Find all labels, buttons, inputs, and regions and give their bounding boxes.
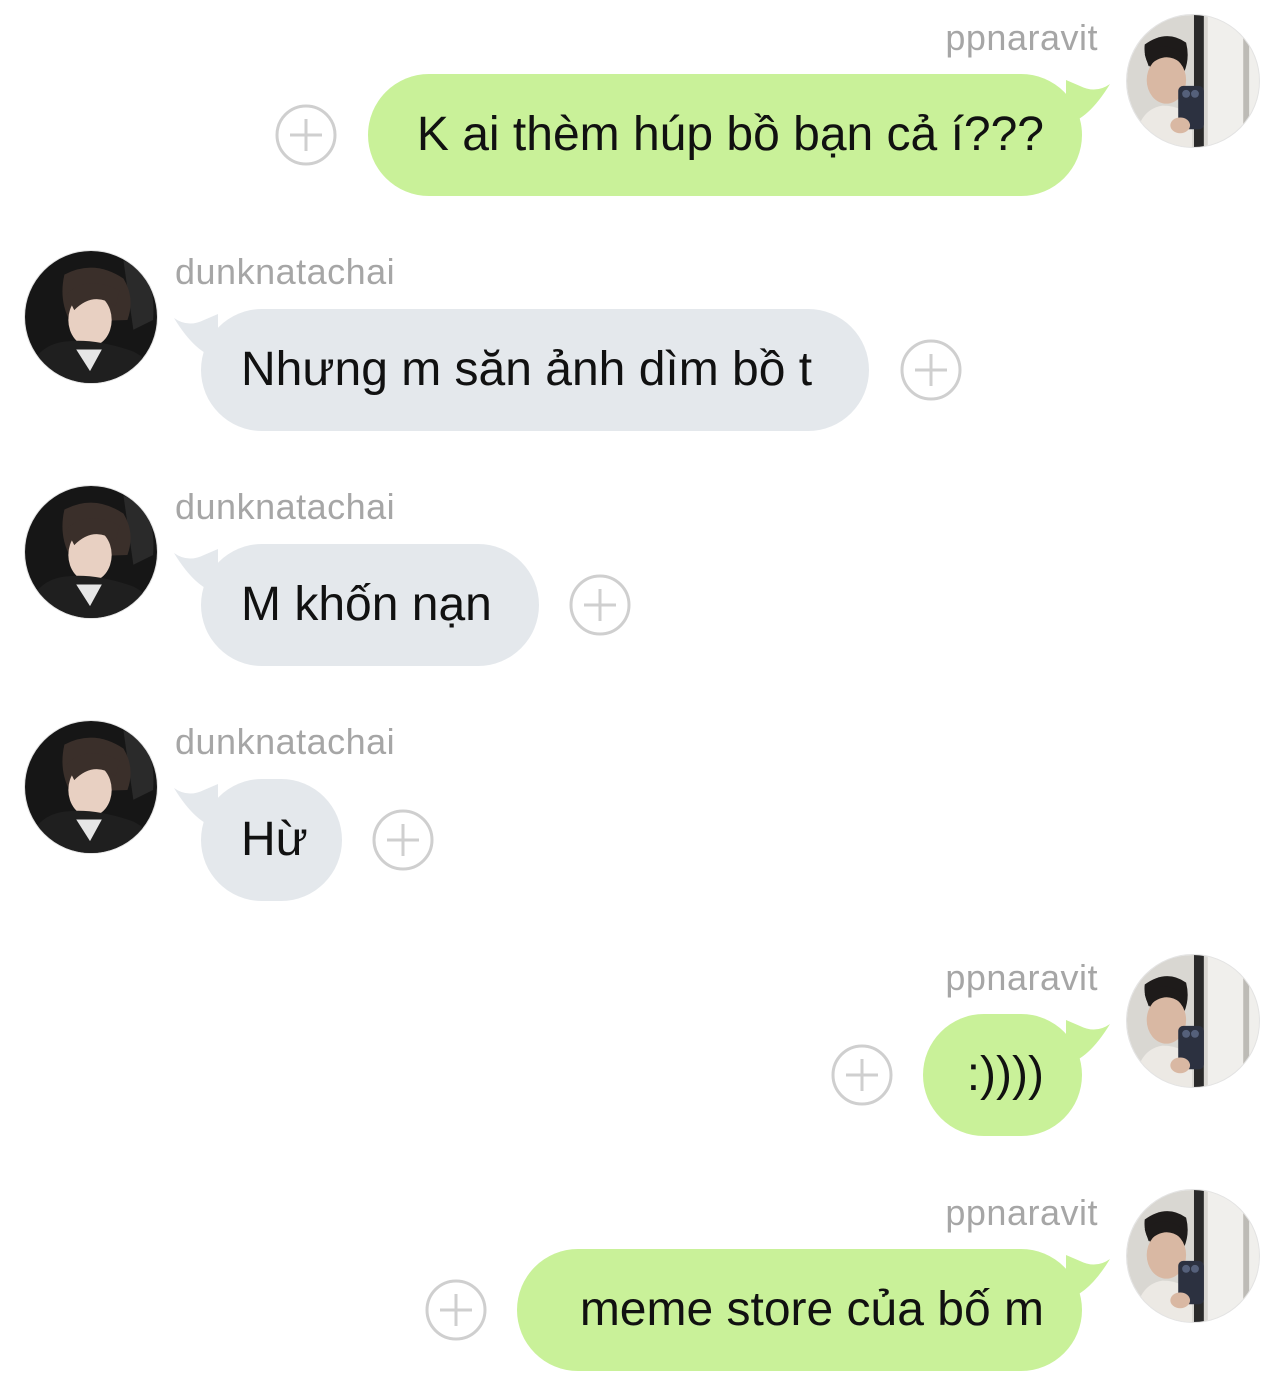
- avatar[interactable]: [24, 250, 158, 384]
- sender-name: ppnaravit: [945, 1192, 1098, 1233]
- message-bubble[interactable]: K ai thèm húp bồ bạn cả í???: [368, 74, 1082, 196]
- sender-name: dunknatachai: [175, 251, 396, 292]
- plus-circle-icon[interactable]: [900, 339, 962, 401]
- plus-circle-icon[interactable]: [425, 1279, 487, 1341]
- avatar[interactable]: [1126, 954, 1260, 1088]
- bubble-tail: [1066, 1020, 1110, 1064]
- message-bubble[interactable]: Hừ: [201, 779, 342, 901]
- message-bubble[interactable]: Nhưng m săn ảnh dìm bồ t: [201, 309, 869, 431]
- message-bubble[interactable]: meme store của bố m: [517, 1249, 1082, 1371]
- bubble-tail: [1066, 1255, 1110, 1299]
- avatar[interactable]: [24, 485, 158, 619]
- sender-name: dunknatachai: [175, 486, 396, 527]
- sender-name: ppnaravit: [945, 17, 1098, 58]
- plus-circle-icon[interactable]: [831, 1044, 893, 1106]
- plus-circle-icon[interactable]: [372, 809, 434, 871]
- message-bubble[interactable]: M khốn nạn: [201, 544, 539, 666]
- plus-circle-icon[interactable]: [275, 104, 337, 166]
- message-bubble[interactable]: :)))): [923, 1014, 1082, 1136]
- avatar[interactable]: [24, 720, 158, 854]
- bubble-tail: [1066, 80, 1110, 124]
- avatar[interactable]: [1126, 1189, 1260, 1323]
- sender-name: dunknatachai: [175, 721, 396, 762]
- sender-name: ppnaravit: [945, 957, 1098, 998]
- avatar[interactable]: [1126, 14, 1260, 148]
- plus-circle-icon[interactable]: [569, 574, 631, 636]
